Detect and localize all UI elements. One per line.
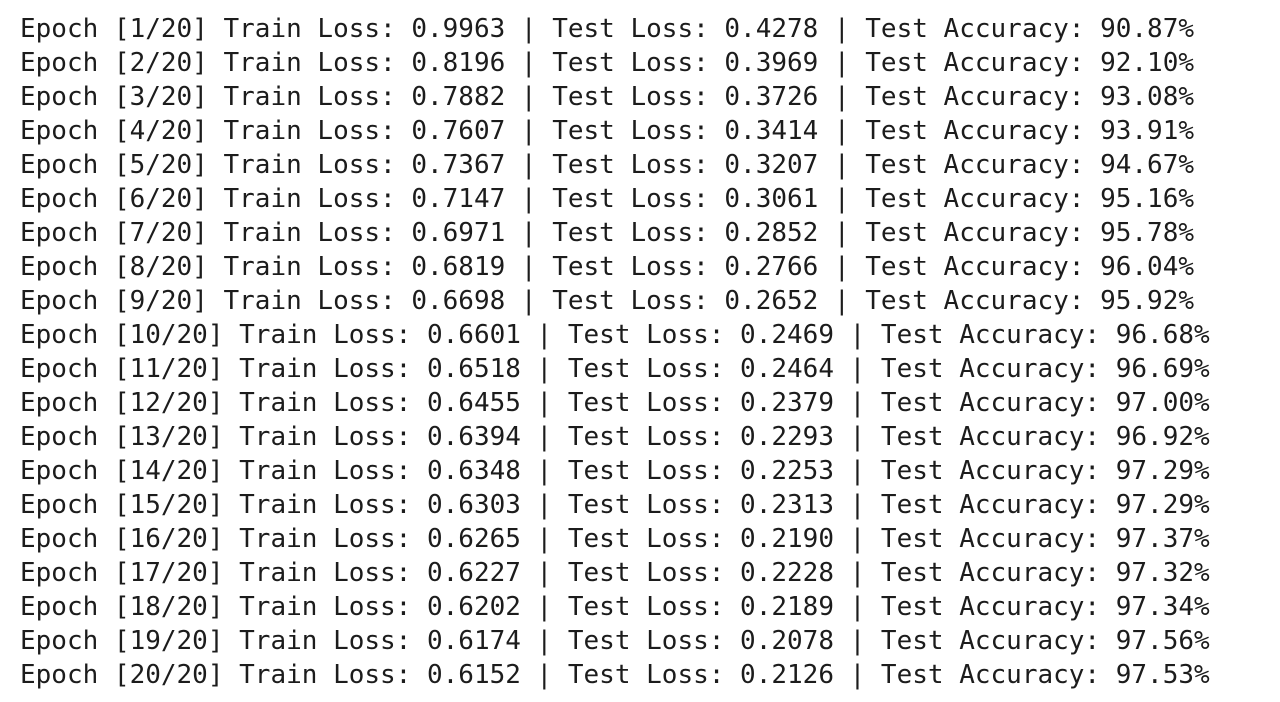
log-line: Epoch [3/20] Train Loss: 0.7882 | Test L… xyxy=(20,82,1194,112)
log-line: Epoch [10/20] Train Loss: 0.6601 | Test … xyxy=(20,320,1210,350)
log-line: Epoch [5/20] Train Loss: 0.7367 | Test L… xyxy=(20,150,1194,180)
log-line: Epoch [7/20] Train Loss: 0.6971 | Test L… xyxy=(20,218,1194,248)
log-line: Epoch [11/20] Train Loss: 0.6518 | Test … xyxy=(20,354,1210,384)
log-line: Epoch [6/20] Train Loss: 0.7147 | Test L… xyxy=(20,184,1194,214)
log-line: Epoch [20/20] Train Loss: 0.6152 | Test … xyxy=(20,660,1210,690)
log-line: Epoch [19/20] Train Loss: 0.6174 | Test … xyxy=(20,626,1210,656)
log-line: Epoch [14/20] Train Loss: 0.6348 | Test … xyxy=(20,456,1210,486)
log-line: Epoch [17/20] Train Loss: 0.6227 | Test … xyxy=(20,558,1210,588)
log-line: Epoch [4/20] Train Loss: 0.7607 | Test L… xyxy=(20,116,1194,146)
log-line: Epoch [18/20] Train Loss: 0.6202 | Test … xyxy=(20,592,1210,622)
log-line: Epoch [15/20] Train Loss: 0.6303 | Test … xyxy=(20,490,1210,520)
log-line: Epoch [1/20] Train Loss: 0.9963 | Test L… xyxy=(20,14,1194,44)
log-line: Epoch [2/20] Train Loss: 0.8196 | Test L… xyxy=(20,48,1194,78)
log-line: Epoch [12/20] Train Loss: 0.6455 | Test … xyxy=(20,388,1210,418)
log-line: Epoch [9/20] Train Loss: 0.6698 | Test L… xyxy=(20,286,1194,316)
training-log-output: Epoch [1/20] Train Loss: 0.9963 | Test L… xyxy=(20,12,1280,692)
log-line: Epoch [8/20] Train Loss: 0.6819 | Test L… xyxy=(20,252,1194,282)
log-line: Epoch [16/20] Train Loss: 0.6265 | Test … xyxy=(20,524,1210,554)
log-line: Epoch [13/20] Train Loss: 0.6394 | Test … xyxy=(20,422,1210,452)
